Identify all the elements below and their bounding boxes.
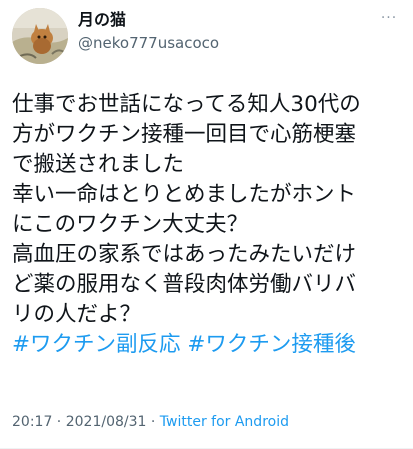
- tweet-text-line: 方がワクチン接種一回目で心筋梗塞: [12, 122, 357, 147]
- avatar-photo-icon: [12, 8, 68, 64]
- tweet-date[interactable]: 2021/08/31: [66, 414, 147, 430]
- hashtag-link[interactable]: #ワクチン副反応: [12, 332, 181, 357]
- tweet-text-line: で搬送されました: [12, 152, 185, 177]
- tweet-text-line: ど薬の服用なく普段肉体労働バリバ: [12, 272, 357, 297]
- hashtag-link[interactable]: #ワクチン接種後: [187, 332, 356, 357]
- user-names: 月の猫 @neko777usacoco: [78, 10, 219, 54]
- tweet-text-line: にこのワクチン大丈夫？: [12, 212, 249, 237]
- more-options-icon[interactable]: ···: [378, 11, 400, 28]
- tweet-text-line: 高血圧の家系ではあったみたいだけ: [12, 242, 357, 267]
- tweet-text-line: 仕事でお世話になってる知人30代の: [12, 92, 361, 117]
- avatar[interactable]: [12, 8, 68, 64]
- meta-separator: ·: [146, 414, 160, 430]
- display-name[interactable]: 月の猫: [78, 10, 219, 30]
- tweet-meta: 20:17 · 2021/08/31 · Twitter for Android: [12, 412, 289, 432]
- tweet-text-line: 幸い一命はとりとめましたがホント: [12, 182, 357, 207]
- meta-separator: ·: [52, 414, 66, 430]
- tweet-header: 月の猫 @neko777usacoco ···: [12, 2, 402, 66]
- tweet-text: 仕事でお世話になってる知人30代の 方がワクチン接種一回目で心筋梗塞 で搬送され…: [12, 90, 406, 360]
- tweet-time[interactable]: 20:17: [12, 414, 52, 430]
- tweet-text-line: リの人だよ？: [12, 302, 142, 327]
- user-handle[interactable]: @neko777usacoco: [78, 32, 219, 54]
- hashtags: #ワクチン副反応 #ワクチン接種後: [12, 330, 406, 360]
- tweet-card: 月の猫 @neko777usacoco ··· 仕事でお世話になってる知人30代…: [0, 0, 413, 449]
- tweet-source-link[interactable]: Twitter for Android: [160, 414, 289, 430]
